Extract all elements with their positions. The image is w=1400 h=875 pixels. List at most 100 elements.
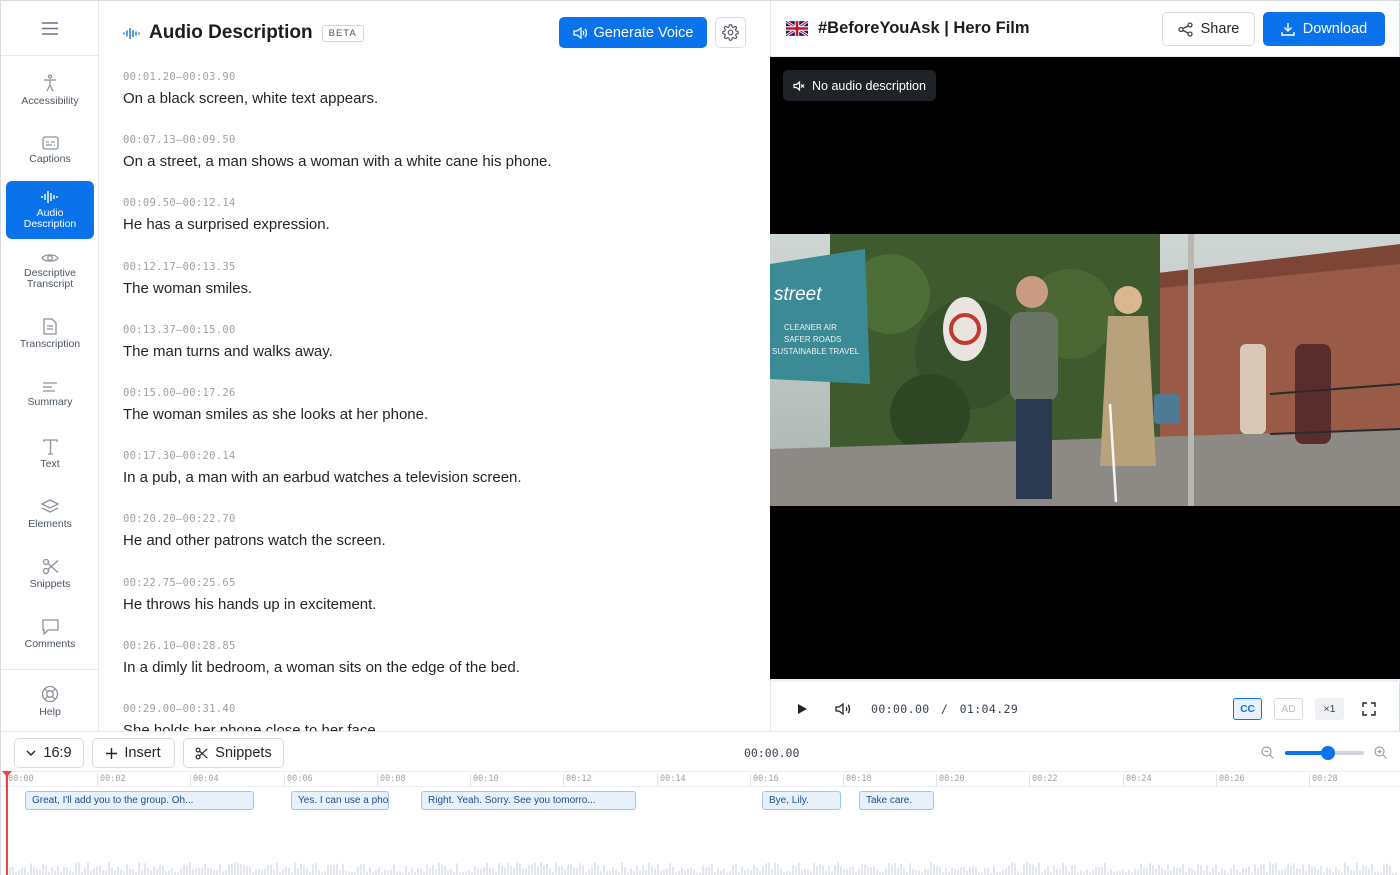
caption-clip[interactable]: Great, I'll add you to the group. Oh... [25, 791, 254, 810]
description-entry[interactable]: 00:20.20–00:22.70 He and other patrons wa… [123, 513, 743, 576]
entry-text[interactable]: The woman smiles as she looks at her pho… [123, 406, 743, 423]
waveform-bar [831, 871, 833, 875]
play-icon[interactable] [797, 703, 808, 715]
entry-text[interactable]: He and other patrons watch the screen. [123, 532, 743, 549]
snippets-button[interactable]: Snippets [183, 738, 284, 768]
entry-text[interactable]: He throws his hands up in excitement. [123, 596, 743, 613]
entry-text[interactable]: She holds her phone close to her face. [123, 722, 743, 731]
volume-icon[interactable] [835, 702, 852, 716]
waveform-bar [33, 866, 35, 875]
sidebar-item-captions[interactable]: Captions [6, 123, 94, 177]
waveform-bar [840, 866, 842, 875]
waveform-bar [1155, 869, 1157, 875]
waveform-bar [834, 865, 836, 875]
description-entry[interactable]: 00:07.13–00:09.50 On a street, a man show… [123, 134, 743, 197]
waveform-bar [1200, 865, 1202, 875]
aspect-ratio-dropdown[interactable]: 16:9 [14, 738, 84, 768]
sidebar-item-elements[interactable]: Elements [6, 487, 94, 541]
waveform-bar [639, 870, 641, 875]
hamburger-menu-icon[interactable] [41, 21, 58, 35]
waveform-bar [687, 868, 689, 875]
waveform-bar [297, 867, 299, 875]
fullscreen-icon[interactable] [1362, 702, 1376, 716]
zoom-slider[interactable] [1285, 746, 1364, 760]
waveform-bar [489, 867, 491, 875]
description-entry[interactable]: 00:09.50–00:12.14 He has a surprised expr… [123, 197, 743, 260]
waveform-bar [1233, 865, 1235, 875]
zoom-slider-thumb[interactable] [1321, 746, 1336, 760]
sidebar-item-label: Elements [28, 517, 72, 530]
description-entry[interactable]: 00:15.00–00:17.26 The woman smiles as she… [123, 387, 743, 450]
waveform-bar [141, 870, 143, 875]
waveform-bar [240, 863, 242, 875]
waveform-bar [723, 868, 725, 875]
zoom-out-icon[interactable] [1261, 746, 1274, 759]
description-entry[interactable]: 00:17.30–00:20.14 In a pub, a man with an… [123, 450, 743, 513]
waveform-bar [1191, 868, 1193, 875]
waveform-bar [24, 867, 26, 875]
description-entry[interactable]: 00:29.00–00:31.40 She holds her phone clo… [123, 703, 743, 731]
audio-waveform [9, 862, 1397, 875]
waveform-bar [588, 868, 590, 875]
waveform-bar [801, 869, 803, 875]
audio-description-toggle-button[interactable]: AD [1274, 698, 1303, 720]
audio-waveform-icon [123, 27, 140, 39]
caption-clip[interactable]: Right. Yeah. Sorry. See you tomorro... [421, 791, 636, 810]
entry-text[interactable]: In a pub, a man with an earbud watches a… [123, 469, 743, 486]
description-entry[interactable]: 00:01.20–00:03.90 On a black screen, whit… [123, 71, 743, 134]
waveform-bar [219, 864, 221, 875]
waveform-bar [60, 871, 62, 875]
playback-speed-button[interactable]: ×1 [1315, 698, 1344, 720]
waveform-bar [510, 865, 512, 875]
caption-clip[interactable]: Yes. I can use a phone. [291, 791, 389, 810]
waveform-bar [573, 867, 575, 875]
entry-text[interactable]: On a street, a man shows a woman with a … [123, 153, 743, 170]
caption-clip[interactable]: Take care. [859, 791, 934, 810]
description-entry[interactable]: 00:22.75–00:25.65 He throws his hands up … [123, 577, 743, 640]
waveform-bar [417, 867, 419, 875]
zoom-in-icon[interactable] [1374, 746, 1387, 759]
waveform-bar [630, 868, 632, 875]
sidebar-item-audio-description[interactable]: Audio Description [6, 181, 94, 239]
sidebar-item-text[interactable]: Text [6, 427, 94, 481]
waveform-bar [96, 866, 98, 875]
timeline-ruler[interactable]: 00:00 00:02 00:04 00:06 00:08 00:10 00:1… [1, 771, 1400, 787]
entry-text[interactable]: He has a surprised expression. [123, 216, 743, 233]
share-button[interactable]: Share [1162, 12, 1255, 46]
video-player[interactable]: No audio description street CLEANER AIR … [770, 57, 1400, 679]
description-entry[interactable]: 00:26.10–00:28.85 In a dimly lit bedroom,… [123, 640, 743, 703]
sidebar-item-descriptive-transcript[interactable]: Descriptive Transcript [6, 245, 94, 297]
settings-button[interactable] [715, 17, 746, 48]
entry-text[interactable]: On a black screen, white text appears. [123, 90, 743, 107]
playhead-handle[interactable] [2, 771, 12, 777]
entry-text[interactable]: In a dimly lit bedroom, a woman sits on … [123, 659, 743, 676]
playhead[interactable] [6, 771, 8, 875]
generate-voice-button[interactable]: Generate Voice [559, 17, 707, 48]
waveform-bar [303, 866, 305, 875]
waveform-bar [612, 867, 614, 875]
entry-timestamp: 00:07.13–00:09.50 [123, 134, 236, 147]
sidebar-item-accessibility[interactable]: Accessibility [6, 63, 94, 117]
sidebar-item-transcription[interactable]: Transcription [6, 307, 94, 361]
sidebar-item-comments[interactable]: Comments [6, 607, 94, 661]
caption-clip[interactable]: Bye, Lily. [762, 791, 841, 810]
sidebar-item-summary[interactable]: Summary [6, 367, 94, 421]
sidebar-item-snippets[interactable]: Snippets [6, 547, 94, 601]
waveform-bar [1170, 870, 1172, 875]
waveform-bar [468, 869, 470, 875]
waveform-bar [120, 869, 122, 875]
download-button[interactable]: Download [1263, 12, 1385, 46]
waveform-bar [549, 868, 551, 875]
entry-text[interactable]: The man turns and walks away. [123, 343, 743, 360]
waveform-bar [1281, 869, 1283, 875]
waveform-bar [1122, 869, 1124, 875]
insert-button[interactable]: Insert [92, 738, 175, 768]
description-entry[interactable]: 00:12.17–00:13.35 The woman smiles. [123, 261, 743, 324]
waveform-bar [1221, 868, 1223, 875]
sidebar: Accessibility Captions Audio Description… [1, 1, 99, 731]
captions-toggle-button[interactable]: CC [1233, 698, 1262, 720]
sidebar-item-help[interactable]: Help [6, 677, 94, 725]
entry-text[interactable]: The woman smiles. [123, 280, 743, 297]
waveform-bar [66, 867, 68, 875]
description-entry[interactable]: 00:13.37–00:15.00 The man turns and walks… [123, 324, 743, 387]
